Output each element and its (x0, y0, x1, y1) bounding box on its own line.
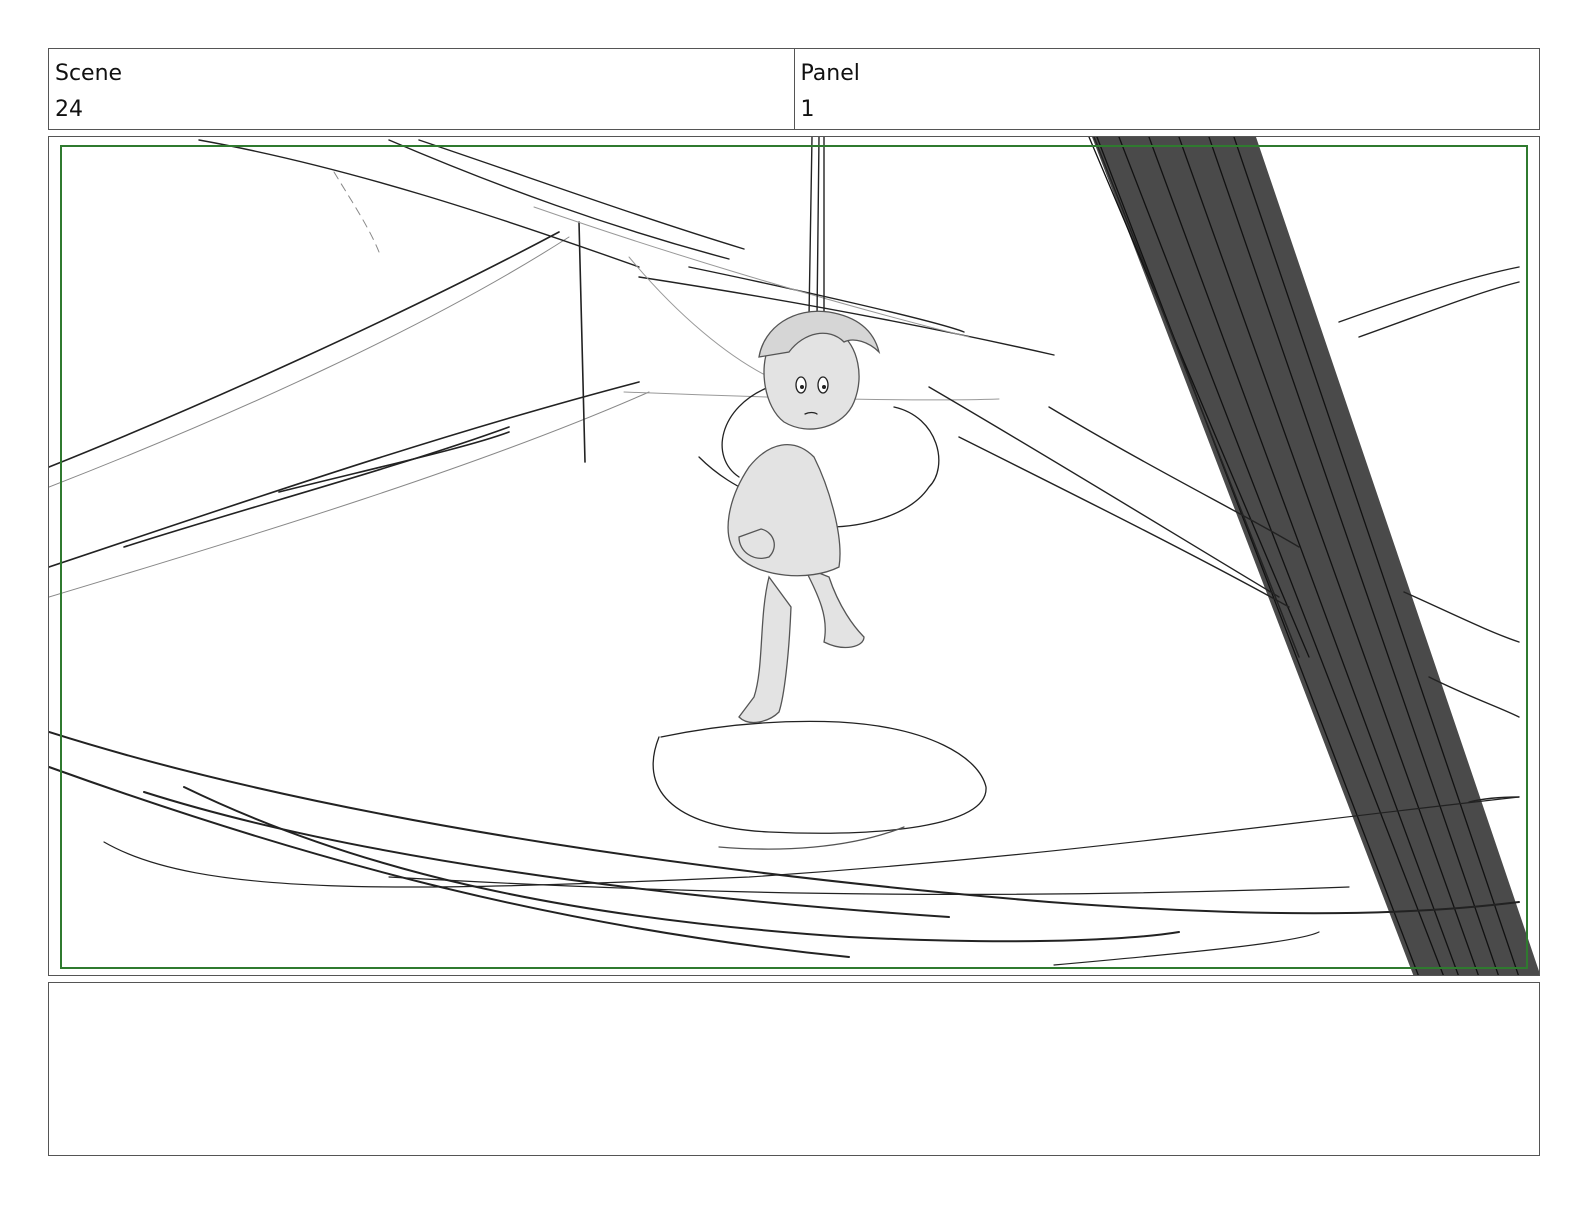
panel-number[interactable]: 1 (801, 92, 1534, 128)
left-slope-lines (49, 231, 640, 568)
panel-notes-box[interactable] (48, 982, 1540, 1156)
scene-label: Scene (55, 61, 123, 86)
scene-number[interactable]: 24 (55, 92, 788, 128)
left-slope-guides (49, 171, 650, 598)
hanging-ropes (808, 137, 825, 318)
sketch-drawing (49, 137, 1539, 975)
pillar-shape (1092, 137, 1539, 975)
panel-label: Panel (800, 61, 860, 86)
panel-cell: Panel 1 (793, 49, 1540, 129)
floor-guides (103, 796, 1520, 966)
scene-cell: Scene 24 (49, 49, 794, 129)
top-diagonals (198, 139, 1055, 356)
character-sketch (698, 310, 940, 724)
storyboard-panel-image[interactable] (48, 136, 1540, 976)
ground-circle (652, 720, 987, 850)
storyboard-header: Scene 24 Panel 1 (48, 48, 1540, 130)
floor-lines (49, 731, 1520, 958)
